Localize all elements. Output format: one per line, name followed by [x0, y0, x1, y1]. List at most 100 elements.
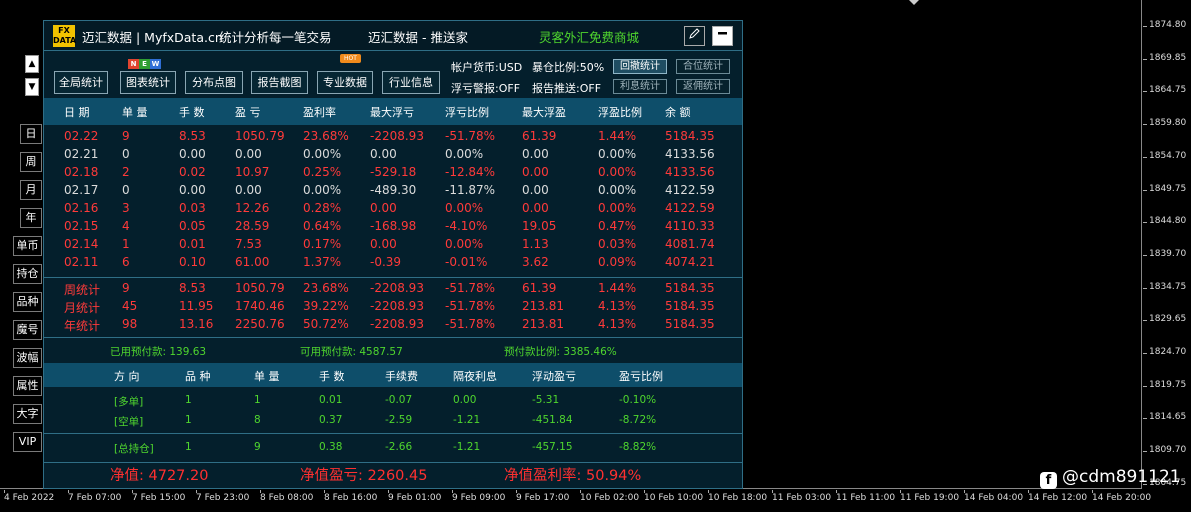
float-loss-alert[interactable]: 浮亏警报:OFF: [451, 80, 520, 96]
price-label: 1859.80: [1149, 118, 1187, 129]
time-label: 9 Feb 09:00: [452, 493, 506, 503]
positions-row-cell: -2.59: [385, 414, 413, 426]
daily-row-cell: 0.10: [179, 255, 206, 269]
summary-row-cell: 1740.46: [235, 299, 285, 313]
scroll-up-button[interactable]: ▲: [25, 55, 39, 73]
hot-badge: HOT: [340, 54, 361, 63]
price-axis: 1874.80 1869.85 1864.75 1859.80 1854.70 1849.…: [1143, 0, 1191, 489]
view-vip-button[interactable]: VIP: [13, 432, 42, 452]
daily-header-cell: 盈 亏: [235, 106, 261, 119]
daily-row-cell: -2208.93: [370, 129, 424, 143]
daily-row-cell: 61.00: [235, 255, 270, 269]
summary-row-cell: 45: [122, 299, 138, 313]
positions-total-cell: [总持仓]: [114, 443, 154, 455]
daily-row-cell: 0.00%: [303, 183, 342, 197]
equity-pnl: 净值盈亏: 2260.45: [300, 468, 428, 484]
edit-button[interactable]: [684, 26, 705, 46]
positions-header-cell: 手 数: [319, 370, 345, 383]
view-positions-button[interactable]: 持仓: [13, 264, 42, 284]
daily-header-cell: 日 期: [64, 106, 90, 119]
industry-info-button[interactable]: 行业信息: [382, 71, 440, 94]
daily-row-cell: 0.00%: [303, 147, 342, 161]
margin-level: 预付款比例: 3385.46%: [504, 346, 617, 358]
positions-row-cell: -5.31: [532, 394, 560, 406]
distribution-chart-button[interactable]: 分布点图: [185, 71, 243, 94]
period-month-button[interactable]: 月: [20, 180, 42, 200]
minus-icon: [718, 32, 727, 35]
daily-row-cell: 0.00: [235, 147, 262, 161]
position-stats-button[interactable]: 合位统计: [676, 59, 730, 74]
price-tick: [1143, 418, 1147, 420]
summary-row-cell: 9: [122, 281, 130, 295]
positions-total-cell: -457.15: [532, 441, 573, 453]
drawdown-stats-button[interactable]: 回撤统计: [613, 59, 667, 74]
daily-row-cell: 0.00%: [445, 201, 484, 215]
price-label: 1819.75: [1149, 379, 1187, 390]
time-label: 10 Feb 18:00: [708, 493, 768, 503]
summary-row-cell: 50.72%: [303, 317, 349, 331]
daily-row-cell: 0.64%: [303, 219, 342, 233]
price-label: 1829.65: [1149, 314, 1187, 325]
equity-profit-rate: 净值盈利率: 50.94%: [504, 468, 642, 484]
daily-row-cell: 8.53: [179, 129, 206, 143]
price-label: 1814.65: [1149, 412, 1187, 423]
price-tick: [1143, 385, 1147, 387]
period-year-button[interactable]: 年: [20, 208, 42, 228]
daily-row-cell: 1: [122, 237, 130, 251]
interest-stats-button[interactable]: 利息统计: [613, 79, 667, 94]
positions-header-cell: 方 向: [114, 370, 140, 383]
view-symbol-button[interactable]: 品种: [13, 292, 42, 312]
daily-row-cell: 3.62: [522, 255, 549, 269]
period-day-button[interactable]: 日: [20, 124, 42, 144]
price-tick: [1143, 156, 1147, 158]
summary-row-cell: 1050.79: [235, 281, 285, 295]
price-tick: [1143, 287, 1147, 289]
view-large-font-button[interactable]: 大字: [13, 404, 42, 424]
daily-row-cell: 0: [122, 147, 130, 161]
watermark-text: @cdm891121: [1062, 467, 1181, 487]
daily-row-cell: 4133.56: [665, 147, 715, 161]
daily-row-cell: 4122.59: [665, 183, 715, 197]
summary-row-cell: 61.39: [522, 281, 557, 295]
positions-row-cell: [空单]: [114, 416, 144, 428]
pro-data-button[interactable]: 专业数据: [317, 71, 373, 94]
report-screenshot-button[interactable]: 报告截图: [251, 71, 308, 94]
summary-row-cell: -51.78%: [445, 299, 496, 313]
daily-row-cell: 0.17%: [303, 237, 342, 251]
daily-row-cell: 0.00: [179, 147, 206, 161]
chart-shift-marker[interactable]: [909, 0, 919, 5]
daily-row-cell: 0.00%: [445, 237, 484, 251]
rebate-stats-button[interactable]: 返佣统计: [676, 79, 730, 94]
view-magic-button[interactable]: 魔号: [13, 320, 42, 340]
positions-table-header: 方 向 品 种 单 量 手 数 手续费 隔夜利息 浮动盈亏 盈亏比例: [44, 363, 742, 387]
daily-row-cell: 0.47%: [598, 219, 637, 233]
daily-row-cell: 0.00: [179, 183, 206, 197]
view-attribute-button[interactable]: 属性: [13, 376, 42, 396]
positions-row-cell: 8: [254, 414, 261, 426]
price-tick: [1143, 26, 1147, 27]
global-stats-button[interactable]: 全局统计: [54, 71, 108, 94]
time-label: 8 Feb 08:00: [260, 493, 314, 503]
daily-row-cell: -0.01%: [445, 255, 488, 269]
scroll-down-button[interactable]: ▼: [25, 78, 39, 96]
daily-table-header: 日 期 单 量 手 数 盈 亏 盈利率 最大浮亏 浮亏比例 最大浮盈 浮盈比例 余 额: [44, 98, 742, 125]
positions-header-cell: 手续费: [385, 370, 418, 383]
positions-row-cell: -8.72%: [619, 414, 657, 426]
view-volatility-button[interactable]: 波幅: [13, 348, 42, 368]
time-label: 8 Feb 16:00: [324, 493, 378, 503]
daily-row-cell: 4: [122, 219, 130, 233]
free-mall-link[interactable]: 灵客外汇免费商城: [539, 27, 639, 46]
daily-row-cell: 0.00%: [445, 147, 484, 161]
report-push[interactable]: 报告推送:OFF: [532, 80, 601, 96]
daily-row-cell: 0.00: [235, 183, 262, 197]
daily-row-cell: 4133.56: [665, 165, 715, 179]
time-label: 7 Feb 07:00: [68, 493, 122, 503]
chart-stats-button[interactable]: 图表统计: [120, 71, 176, 94]
summary-row-cell: 1.44%: [598, 281, 637, 295]
positions-row-cell: -0.10%: [619, 394, 657, 406]
account-currency: 帐户货币:USD: [451, 61, 523, 74]
view-single-currency-button[interactable]: 单币: [13, 236, 42, 256]
minimize-button[interactable]: [712, 26, 733, 46]
period-week-button[interactable]: 周: [20, 152, 42, 172]
summary-row-cell: 5184.35: [665, 299, 715, 313]
